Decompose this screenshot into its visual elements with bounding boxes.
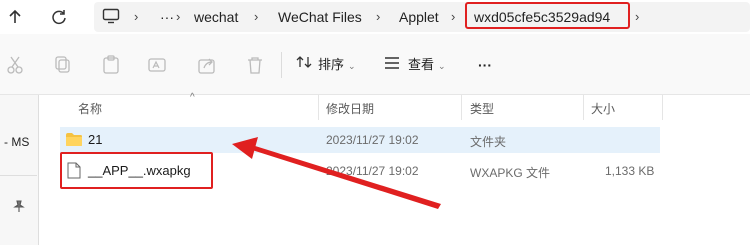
refresh-icon[interactable]: [48, 6, 70, 28]
chevron-right-icon[interactable]: ›: [451, 9, 455, 24]
file-type: 文件夹: [470, 135, 507, 149]
chevron-right-icon[interactable]: ›: [134, 9, 138, 24]
file-size: 1,133 KB: [605, 164, 655, 178]
file-type: WXAPKG 文件: [470, 166, 551, 180]
column-header-date-modified[interactable]: 修改日期: [326, 100, 374, 117]
breadcrumb-ellipsis[interactable]: ···: [160, 9, 174, 25]
computer-icon[interactable]: [102, 8, 120, 27]
file-modified: 2023/11/27 19:02: [326, 133, 419, 147]
breadcrumb-item-wechat-files[interactable]: WeChat Files: [278, 9, 362, 25]
column-header-row: ^ 名称 修改日期 类型 大小: [40, 92, 750, 120]
view-button[interactable]: 查看 ⌄: [384, 54, 446, 76]
more-options-button[interactable]: ···: [478, 54, 492, 76]
command-bar: 排序 ⌄ 查看 ⌄ ···: [0, 34, 750, 95]
breadcrumb-item-applet[interactable]: Applet: [399, 9, 439, 25]
sort-label: 排序: [318, 57, 345, 72]
sidebar-divider: [0, 175, 37, 176]
sort-button[interactable]: 排序 ⌄: [296, 54, 356, 76]
table-row[interactable]: 21 2023/11/27 19:02 文件夹: [60, 127, 660, 153]
chevron-right-icon[interactable]: ›: [254, 9, 258, 24]
column-header-name[interactable]: 名称: [78, 100, 102, 117]
column-header-size[interactable]: 大小: [591, 100, 615, 117]
paste-icon[interactable]: [100, 54, 122, 76]
highlight-box-folder-name: [465, 2, 630, 29]
view-label: 查看: [408, 57, 435, 72]
column-header-type[interactable]: 类型: [470, 100, 494, 117]
column-divider[interactable]: [583, 95, 584, 120]
file-name[interactable]: 21: [88, 132, 102, 147]
chevron-down-icon: ⌄: [438, 61, 446, 71]
sort-icon: [296, 54, 312, 77]
pin-icon[interactable]: [12, 199, 26, 218]
address-bar: › ··· › wechat › WeChat Files › Applet ›…: [0, 0, 750, 34]
breadcrumb[interactable]: › ··· › wechat › WeChat Files › Applet ›…: [94, 2, 750, 32]
up-arrow-icon[interactable]: [4, 6, 26, 28]
chevron-right-icon[interactable]: ›: [376, 9, 380, 24]
cut-icon[interactable]: [4, 54, 26, 76]
navigation-pane: - MS: [0, 95, 39, 245]
column-divider[interactable]: [662, 95, 663, 120]
breadcrumb-item-wechat[interactable]: wechat: [194, 9, 238, 25]
file-modified: 2023/11/27 19:02: [326, 164, 419, 178]
sidebar-clipped-item[interactable]: - MS: [4, 135, 29, 149]
column-divider[interactable]: [461, 95, 462, 120]
delete-icon[interactable]: [244, 54, 266, 76]
chevron-down-icon: ⌄: [348, 61, 356, 71]
rename-icon[interactable]: [146, 54, 168, 76]
view-icon: [384, 55, 400, 77]
sort-indicator-icon: ^: [190, 92, 195, 103]
toolbar-divider: [281, 52, 282, 78]
copy-icon[interactable]: [52, 54, 74, 76]
folder-icon: [65, 132, 83, 152]
chevron-right-icon[interactable]: ›: [176, 9, 180, 24]
highlight-box-wxapkg-file: [60, 152, 213, 189]
share-icon[interactable]: [196, 54, 218, 76]
column-divider[interactable]: [318, 95, 319, 120]
chevron-right-icon[interactable]: ›: [635, 9, 639, 24]
